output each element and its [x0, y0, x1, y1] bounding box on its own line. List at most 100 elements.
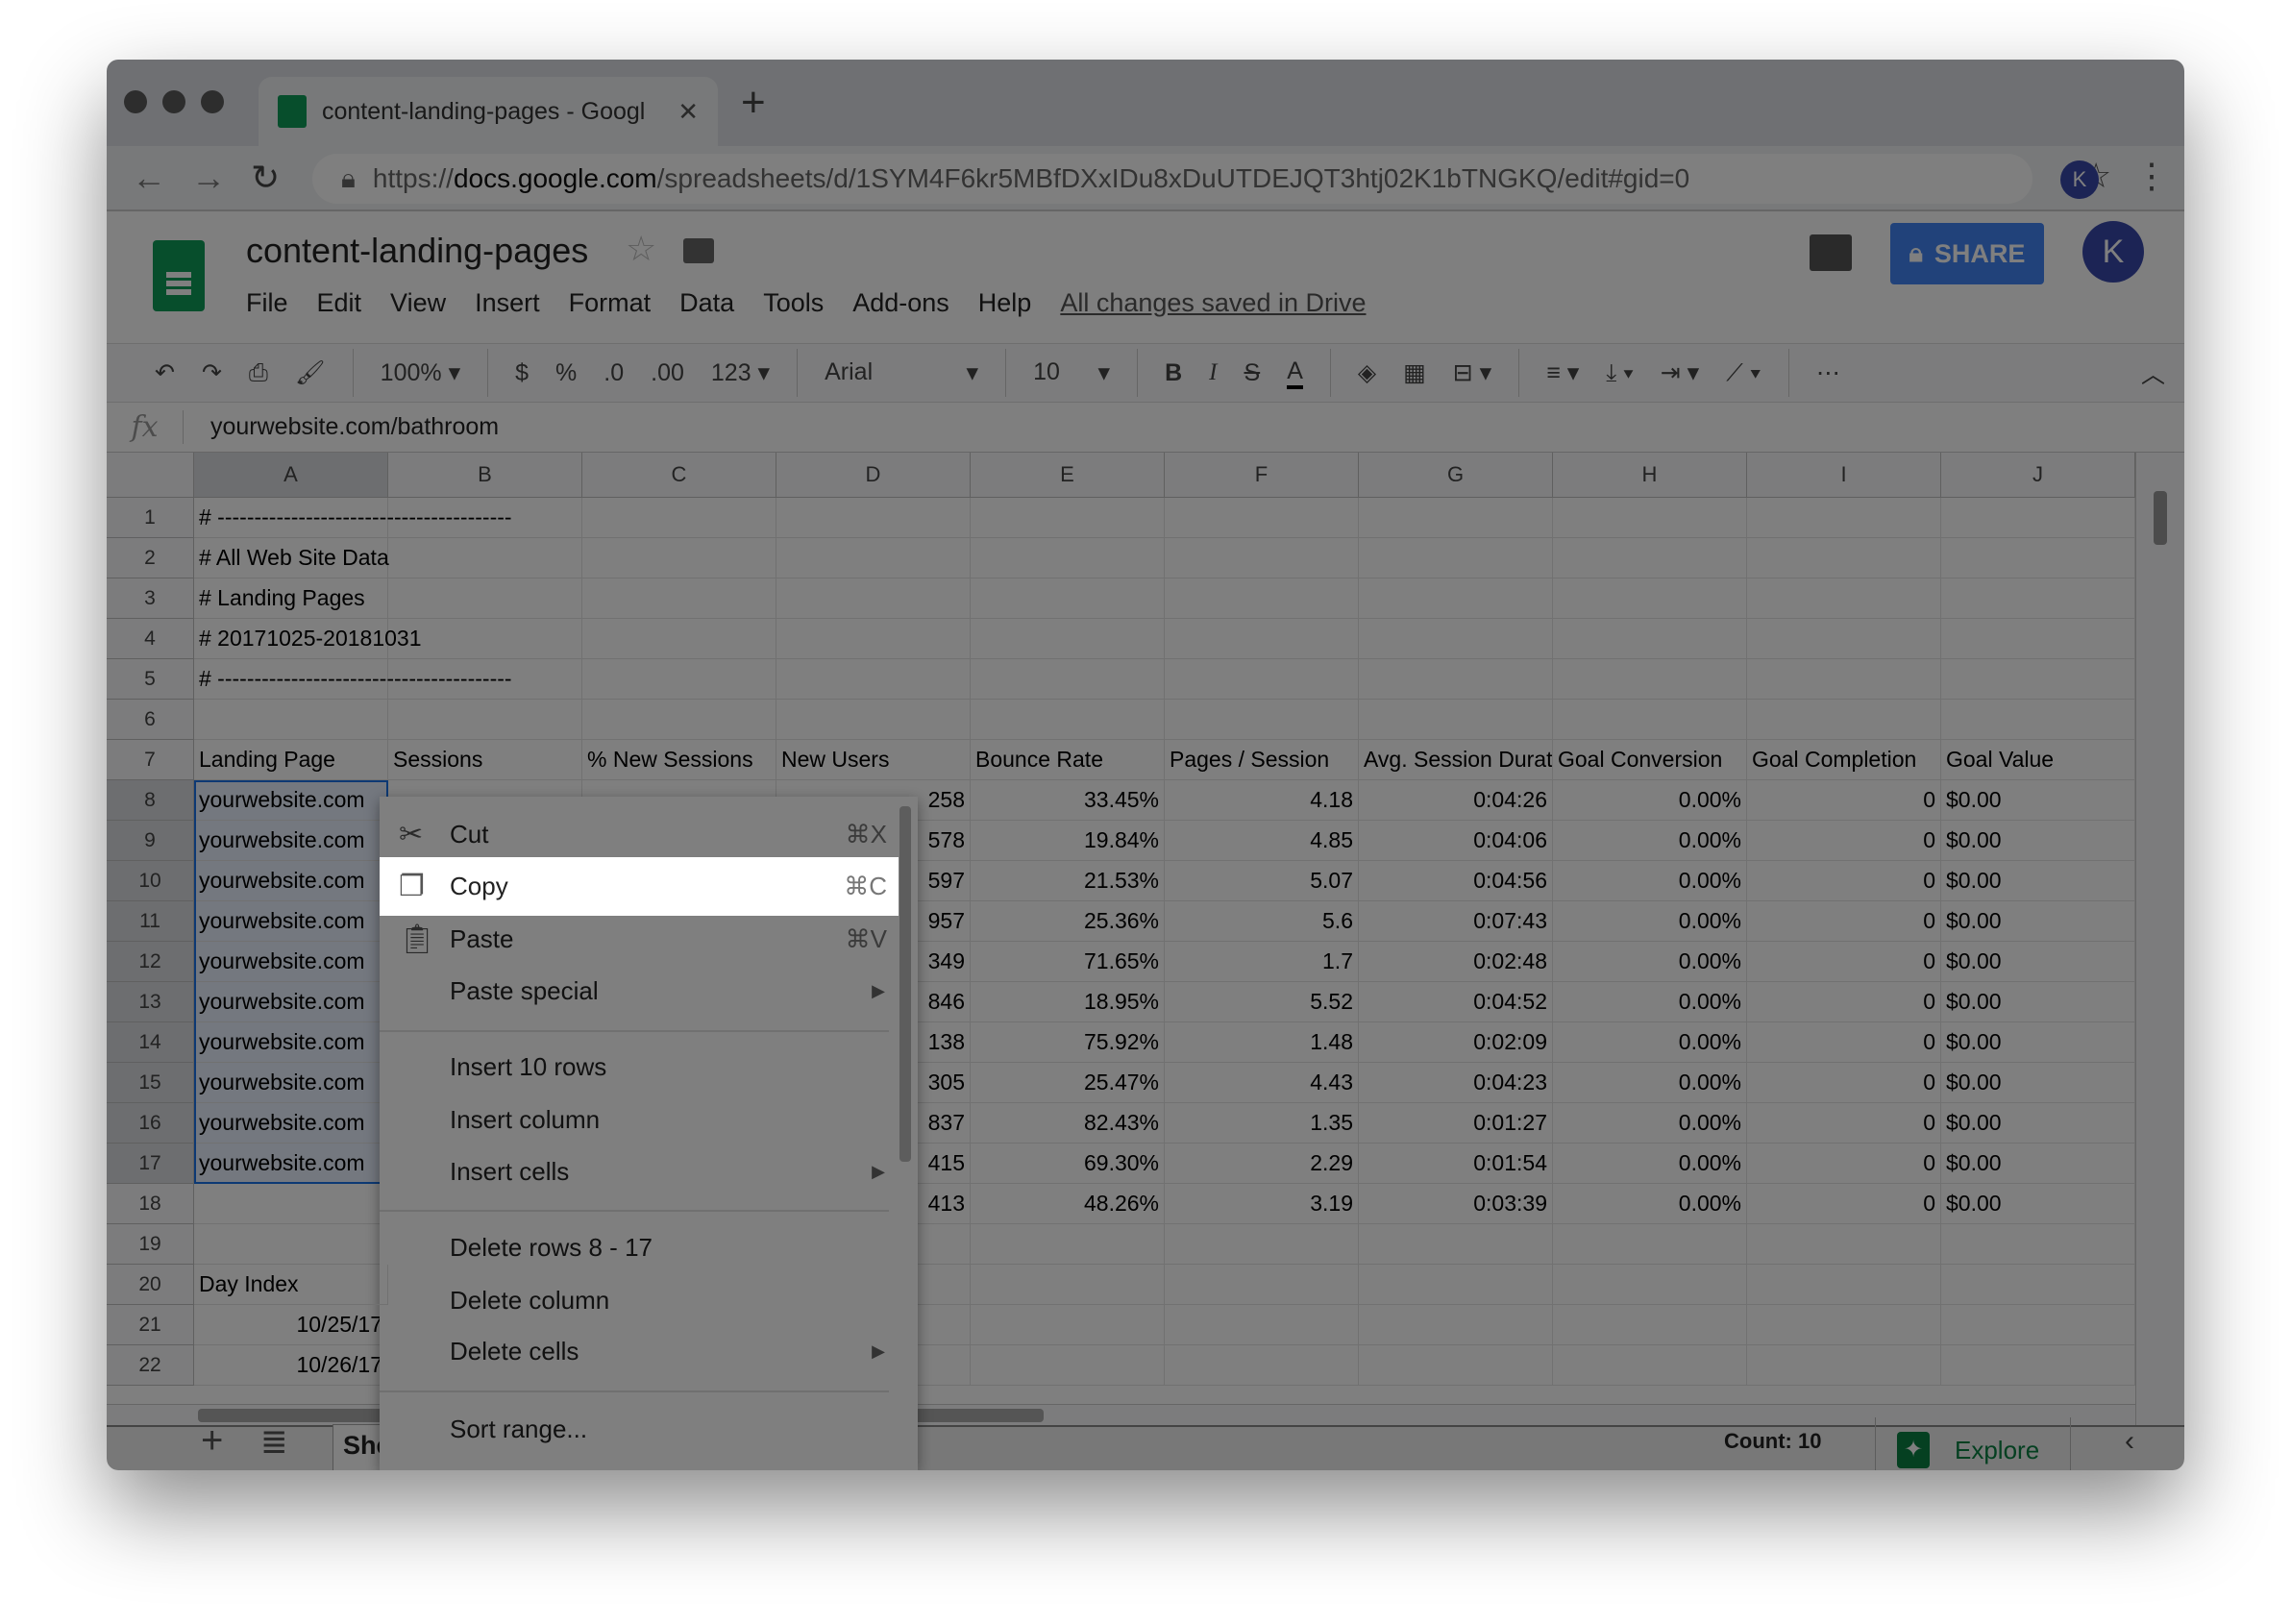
browser-tab[interactable]: content-landing-pages - Googl ✕: [259, 77, 718, 146]
close-window-button[interactable]: [124, 90, 147, 113]
cell-h16[interactable]: 0.00%: [1553, 1103, 1747, 1144]
row-header[interactable]: 4: [107, 619, 194, 659]
row-header[interactable]: 11: [107, 901, 194, 942]
cell-f10[interactable]: 5.07: [1165, 861, 1359, 901]
column-header-b[interactable]: B: [388, 453, 582, 498]
cell-f5[interactable]: [1165, 659, 1359, 700]
forward-icon[interactable]: →: [191, 158, 226, 198]
decrease-decimal-button[interactable]: .0: [604, 359, 624, 387]
cell-f9[interactable]: 4.85: [1165, 821, 1359, 861]
cell-i7[interactable]: Goal Completion: [1747, 740, 1941, 780]
cell-g22[interactable]: [1359, 1345, 1553, 1386]
column-header-g[interactable]: G: [1359, 453, 1553, 498]
cell-h6[interactable]: [1553, 700, 1747, 740]
menu-data[interactable]: Data: [679, 288, 734, 318]
cell-a5[interactable]: # --------------------------------------…: [194, 659, 512, 700]
cell-a19[interactable]: [194, 1224, 388, 1265]
cell-f7[interactable]: Pages / Session: [1165, 740, 1359, 780]
collapse-side-panel-icon[interactable]: ‹: [2125, 1425, 2134, 1458]
cell-e11[interactable]: 25.36%: [971, 901, 1165, 942]
cell-g20[interactable]: [1359, 1265, 1553, 1305]
cell-i15[interactable]: 0: [1747, 1063, 1941, 1103]
cell-g9[interactable]: 0:04:06: [1359, 821, 1553, 861]
selection-count[interactable]: Count: 10: [1724, 1429, 1821, 1454]
cell-i5[interactable]: [1747, 659, 1941, 700]
cell-i8[interactable]: 0: [1747, 780, 1941, 821]
cell-j19[interactable]: [1941, 1224, 2135, 1265]
column-header-h[interactable]: H: [1553, 453, 1747, 498]
url-field[interactable]: 🔒︎ https://docs.google.com/spreadsheets/…: [312, 154, 2032, 204]
new-tab-button[interactable]: +: [741, 79, 766, 127]
cell-g8[interactable]: 0:04:26: [1359, 780, 1553, 821]
column-header-e[interactable]: E: [971, 453, 1165, 498]
row-header[interactable]: 13: [107, 982, 194, 1022]
star-icon[interactable]: ☆: [626, 229, 656, 269]
cell-i12[interactable]: 0: [1747, 942, 1941, 982]
reload-icon[interactable]: ↻: [251, 158, 280, 198]
cell-a10[interactable]: yourwebsite.com: [194, 861, 388, 901]
menu-item-delete-column[interactable]: Delete column: [380, 1274, 918, 1326]
cell-f2[interactable]: [1165, 538, 1359, 578]
row-header[interactable]: 10: [107, 861, 194, 901]
cell-e8[interactable]: 33.45%: [971, 780, 1165, 821]
row-header[interactable]: 20: [107, 1265, 194, 1305]
menu-item-insert-column[interactable]: Insert column: [380, 1094, 918, 1145]
cell-f18[interactable]: 3.19: [1165, 1184, 1359, 1224]
cell-a9[interactable]: yourwebsite.com: [194, 821, 388, 861]
cell-g4[interactable]: [1359, 619, 1553, 659]
row-header[interactable]: 16: [107, 1103, 194, 1144]
menu-file[interactable]: File: [246, 288, 288, 318]
cell-f15[interactable]: 4.43: [1165, 1063, 1359, 1103]
cell-j22[interactable]: [1941, 1345, 2135, 1386]
cell-g11[interactable]: 0:07:43: [1359, 901, 1553, 942]
cell-j6[interactable]: [1941, 700, 2135, 740]
cell-i18[interactable]: 0: [1747, 1184, 1941, 1224]
cell-a11[interactable]: yourwebsite.com: [194, 901, 388, 942]
font-select[interactable]: Arial ▾: [825, 358, 978, 387]
menu-item-paste[interactable]: 📋︎ Paste ⌘V: [380, 913, 918, 965]
cell-i22[interactable]: [1747, 1345, 1941, 1386]
paint-format-icon[interactable]: 🖌︎: [295, 359, 326, 387]
cell-a21[interactable]: 10/25/17: [194, 1305, 388, 1345]
cell-d7[interactable]: New Users: [776, 740, 971, 780]
row-header[interactable]: 2: [107, 538, 194, 578]
cell-a1[interactable]: # --------------------------------------…: [194, 498, 512, 538]
row-header[interactable]: 3: [107, 578, 194, 619]
cell-h19[interactable]: [1553, 1224, 1747, 1265]
cell-g13[interactable]: 0:04:52: [1359, 982, 1553, 1022]
undo-icon[interactable]: ↶: [155, 358, 175, 387]
document-title[interactable]: content-landing-pages: [246, 231, 588, 271]
cell-i16[interactable]: 0: [1747, 1103, 1941, 1144]
vertical-align-icon[interactable]: ⤓ ▾: [1606, 359, 1634, 387]
comments-icon[interactable]: [1810, 234, 1852, 271]
cell-b7[interactable]: Sessions: [388, 740, 582, 780]
cell-e10[interactable]: 21.53%: [971, 861, 1165, 901]
row-header[interactable]: 1: [107, 498, 194, 538]
column-header-c[interactable]: C: [582, 453, 776, 498]
cell-c7[interactable]: % New Sessions: [582, 740, 776, 780]
vertical-scrollbar[interactable]: [2135, 453, 2184, 1425]
menu-format[interactable]: Format: [569, 288, 652, 318]
cell-h12[interactable]: 0.00%: [1553, 942, 1747, 982]
cell-j12[interactable]: $0.00: [1941, 942, 2135, 982]
cell-a4[interactable]: # 20171025-20181031: [194, 619, 422, 659]
cell-i11[interactable]: 0: [1747, 901, 1941, 942]
more-icon[interactable]: ⋯: [1816, 358, 1840, 387]
row-header[interactable]: 18: [107, 1184, 194, 1224]
menu-item-copy[interactable]: ❐ Copy ⌘C: [380, 857, 899, 916]
menu-tools[interactable]: Tools: [763, 288, 824, 318]
cell-h1[interactable]: [1553, 498, 1747, 538]
text-wrap-icon[interactable]: ⇥ ▾: [1661, 358, 1699, 387]
cell-j9[interactable]: $0.00: [1941, 821, 2135, 861]
cell-a18[interactable]: [194, 1184, 388, 1224]
menu-item-insert-rows[interactable]: Insert 10 rows: [380, 1041, 918, 1093]
italic-button[interactable]: I: [1209, 359, 1217, 386]
menu-help[interactable]: Help: [978, 288, 1032, 318]
cell-c1[interactable]: [582, 498, 776, 538]
cell-j11[interactable]: $0.00: [1941, 901, 2135, 942]
font-size-select[interactable]: 10 ▾: [1033, 358, 1110, 387]
cell-a12[interactable]: yourwebsite.com: [194, 942, 388, 982]
cell-j10[interactable]: $0.00: [1941, 861, 2135, 901]
cell-a8[interactable]: yourwebsite.com: [194, 780, 388, 821]
cell-h2[interactable]: [1553, 538, 1747, 578]
